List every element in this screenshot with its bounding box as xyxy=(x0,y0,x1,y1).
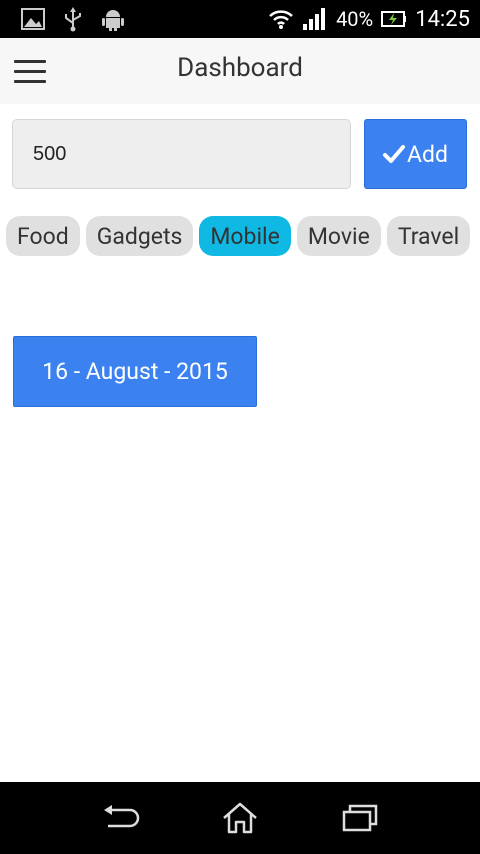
chip-mobile[interactable]: Mobile xyxy=(199,216,291,256)
app-bar: Dashboard xyxy=(0,38,480,104)
add-button-label: Add xyxy=(407,140,448,168)
category-chips: Food Gadgets Mobile Movie Travel xyxy=(6,216,476,256)
status-bar: 40% 14:25 xyxy=(0,0,480,38)
home-icon[interactable] xyxy=(220,800,260,836)
signal-icon xyxy=(303,8,326,30)
recents-icon[interactable] xyxy=(340,800,380,836)
android-icon xyxy=(102,10,124,31)
chip-travel[interactable]: Travel xyxy=(386,216,471,256)
page-title: Dashboard xyxy=(177,53,303,83)
add-button[interactable]: Add xyxy=(364,119,467,189)
amount-input[interactable] xyxy=(12,119,351,189)
battery-percent: 40% xyxy=(336,7,374,31)
status-notifications xyxy=(20,6,126,32)
battery-charging-icon xyxy=(381,11,407,27)
image-icon xyxy=(21,8,45,30)
nav-bar xyxy=(0,782,480,854)
chip-food[interactable]: Food xyxy=(6,216,80,256)
chip-gadgets[interactable]: Gadgets xyxy=(85,216,194,256)
checkmark-icon xyxy=(383,145,406,163)
back-icon[interactable] xyxy=(100,800,140,836)
chip-movie[interactable]: Movie xyxy=(296,216,381,256)
status-system: 40% 14:25 xyxy=(268,6,470,32)
date-picker-button[interactable]: 16 - August - 2015 xyxy=(13,336,257,407)
usb-icon xyxy=(65,7,81,32)
wifi-icon xyxy=(269,10,293,29)
clock: 14:25 xyxy=(415,6,470,32)
